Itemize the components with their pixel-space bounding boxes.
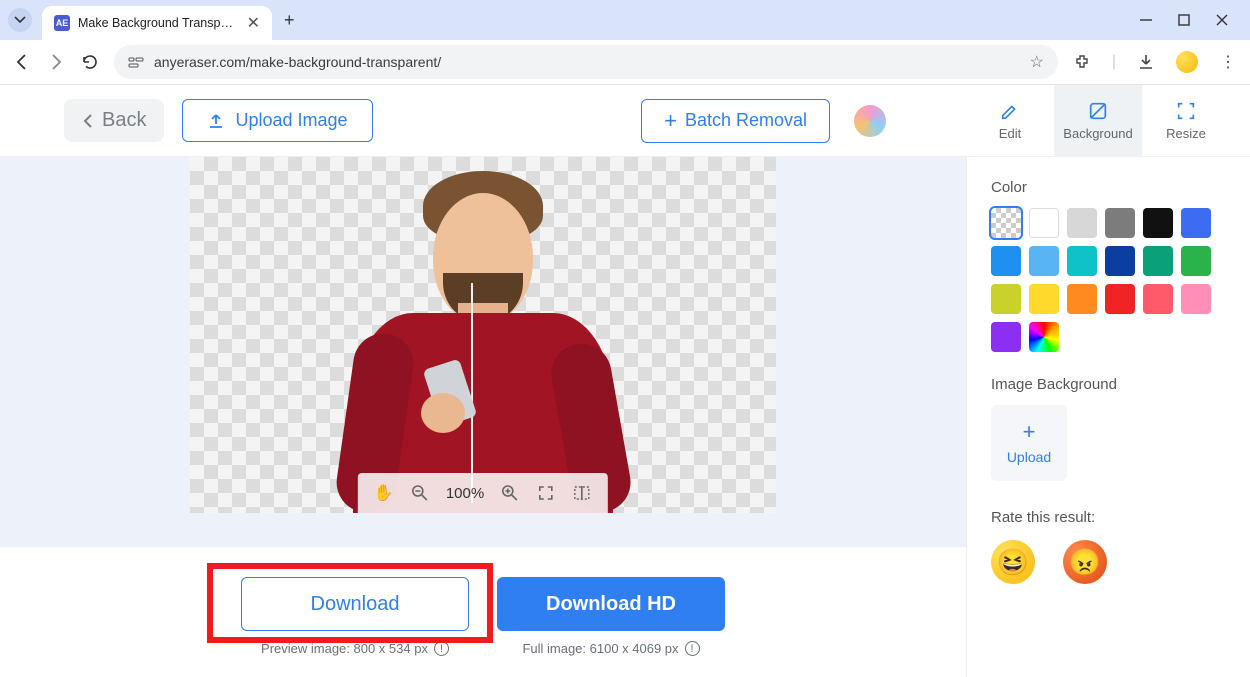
color-swatch[interactable]: [1143, 246, 1173, 276]
rate-heading: Rate this result:: [991, 509, 1226, 526]
tab-edit-label: Edit: [999, 126, 1021, 141]
tabs-dropdown-button[interactable]: [8, 8, 32, 32]
resize-icon: [1175, 100, 1197, 122]
browser-menu-icon[interactable]: ⋮: [1218, 52, 1238, 72]
preview-caption: Preview image: 800 x 534 px !: [241, 641, 469, 656]
back-button[interactable]: Back: [64, 99, 164, 142]
pan-hand-icon[interactable]: ✋: [374, 483, 394, 503]
full-caption: Full image: 6100 x 4069 px !: [497, 641, 725, 656]
color-swatches: [991, 208, 1226, 352]
close-tab-icon[interactable]: ✕: [247, 13, 260, 33]
edit-icon: [999, 100, 1021, 122]
color-swatch[interactable]: [991, 208, 1021, 238]
upload-bg-label: Upload: [1007, 449, 1051, 465]
info-icon[interactable]: !: [685, 641, 700, 656]
tab-title: Make Background Transparent: [78, 16, 239, 30]
color-swatch[interactable]: [1105, 284, 1135, 314]
tab-resize-label: Resize: [1166, 126, 1206, 141]
upload-icon: [207, 112, 225, 130]
chevron-down-icon: [14, 14, 26, 26]
tool-tabs: Edit Background Resize: [966, 85, 1230, 157]
upload-background-button[interactable]: + Upload: [991, 405, 1067, 481]
color-swatch[interactable]: [991, 246, 1021, 276]
tab-background-label: Background: [1063, 126, 1132, 141]
info-icon[interactable]: !: [434, 641, 449, 656]
color-heading: Color: [991, 179, 1226, 196]
forward-icon[interactable]: [46, 52, 66, 72]
bookmark-star-icon[interactable]: ☆: [1030, 52, 1044, 72]
downloads-icon[interactable]: [1136, 52, 1156, 72]
chevron-left-icon: [82, 114, 96, 128]
sidebar: Color Image Background + Upload Rate thi…: [966, 157, 1250, 677]
tab-resize[interactable]: Resize: [1142, 85, 1230, 157]
angry-emoji-icon: 😠: [1069, 547, 1101, 578]
profile-icon[interactable]: [1176, 51, 1198, 73]
reload-icon[interactable]: [80, 52, 100, 72]
close-window-icon[interactable]: [1214, 12, 1230, 28]
color-swatch[interactable]: [991, 284, 1021, 314]
plus-icon: +: [664, 110, 677, 132]
tab-edit[interactable]: Edit: [966, 85, 1054, 157]
new-tab-button[interactable]: +: [284, 10, 295, 31]
browser-tab[interactable]: AE Make Background Transparent ✕: [42, 6, 272, 40]
upload-label: Upload Image: [235, 110, 347, 131]
site-settings-icon: [128, 54, 144, 70]
zoom-toolbar: ✋ 100%: [358, 473, 608, 513]
background-icon: [1087, 100, 1109, 122]
image-canvas[interactable]: ✋ 100%: [190, 157, 776, 513]
color-swatch[interactable]: [1181, 246, 1211, 276]
url-field[interactable]: anyeraser.com/make-background-transparen…: [114, 45, 1058, 79]
image-bg-heading: Image Background: [991, 376, 1226, 393]
url-text: anyeraser.com/make-background-transparen…: [154, 54, 1020, 70]
download-hd-button[interactable]: Download HD: [497, 577, 725, 631]
back-icon[interactable]: [12, 52, 32, 72]
canvas-column: ✋ 100% Download Preview image: 800 x 534…: [0, 157, 966, 677]
color-swatch[interactable]: [1105, 208, 1135, 238]
zoom-value: 100%: [446, 485, 484, 502]
compare-icon[interactable]: [572, 483, 592, 503]
color-swatch[interactable]: [1029, 284, 1059, 314]
toolbar-separator: |: [1112, 53, 1116, 71]
rate-happy-button[interactable]: 😆: [991, 540, 1035, 584]
color-swatch[interactable]: [1067, 208, 1097, 238]
color-swatch[interactable]: [991, 322, 1021, 352]
fullscreen-icon[interactable]: [536, 483, 556, 503]
color-swatch[interactable]: [1029, 322, 1059, 352]
zoom-out-icon[interactable]: [410, 483, 430, 503]
color-swatch[interactable]: [1143, 284, 1173, 314]
minimize-icon[interactable]: [1138, 12, 1154, 28]
color-swatch[interactable]: [1029, 208, 1059, 238]
zoom-in-icon[interactable]: [500, 483, 520, 503]
back-label: Back: [102, 109, 146, 132]
subject-image: [353, 157, 613, 513]
upload-image-button[interactable]: Upload Image: [182, 99, 372, 142]
color-swatch[interactable]: [1181, 208, 1211, 238]
app-header: Back Upload Image + Batch Removal Edit B…: [0, 85, 1250, 157]
color-swatch[interactable]: [1067, 284, 1097, 314]
rate-unhappy-button[interactable]: 😠: [1063, 540, 1107, 584]
plus-icon: +: [1023, 421, 1036, 443]
maximize-icon[interactable]: [1176, 12, 1192, 28]
extensions-icon[interactable]: [1072, 52, 1092, 72]
tab-background[interactable]: Background: [1054, 85, 1142, 157]
download-row: Download Preview image: 800 x 534 px ! D…: [0, 547, 966, 677]
annotation-highlight: [207, 563, 493, 643]
batch-removal-button[interactable]: + Batch Removal: [641, 99, 830, 143]
laugh-emoji-icon: 😆: [997, 547, 1029, 578]
color-swatch[interactable]: [1143, 208, 1173, 238]
user-avatar[interactable]: [854, 105, 886, 137]
favicon-icon: AE: [54, 15, 70, 31]
browser-tab-strip: AE Make Background Transparent ✕ +: [0, 0, 1250, 40]
color-swatch[interactable]: [1181, 284, 1211, 314]
color-swatch[interactable]: [1067, 246, 1097, 276]
browser-address-bar: anyeraser.com/make-background-transparen…: [0, 40, 1250, 85]
color-swatch[interactable]: [1029, 246, 1059, 276]
batch-label: Batch Removal: [685, 110, 807, 131]
color-swatch[interactable]: [1105, 246, 1135, 276]
